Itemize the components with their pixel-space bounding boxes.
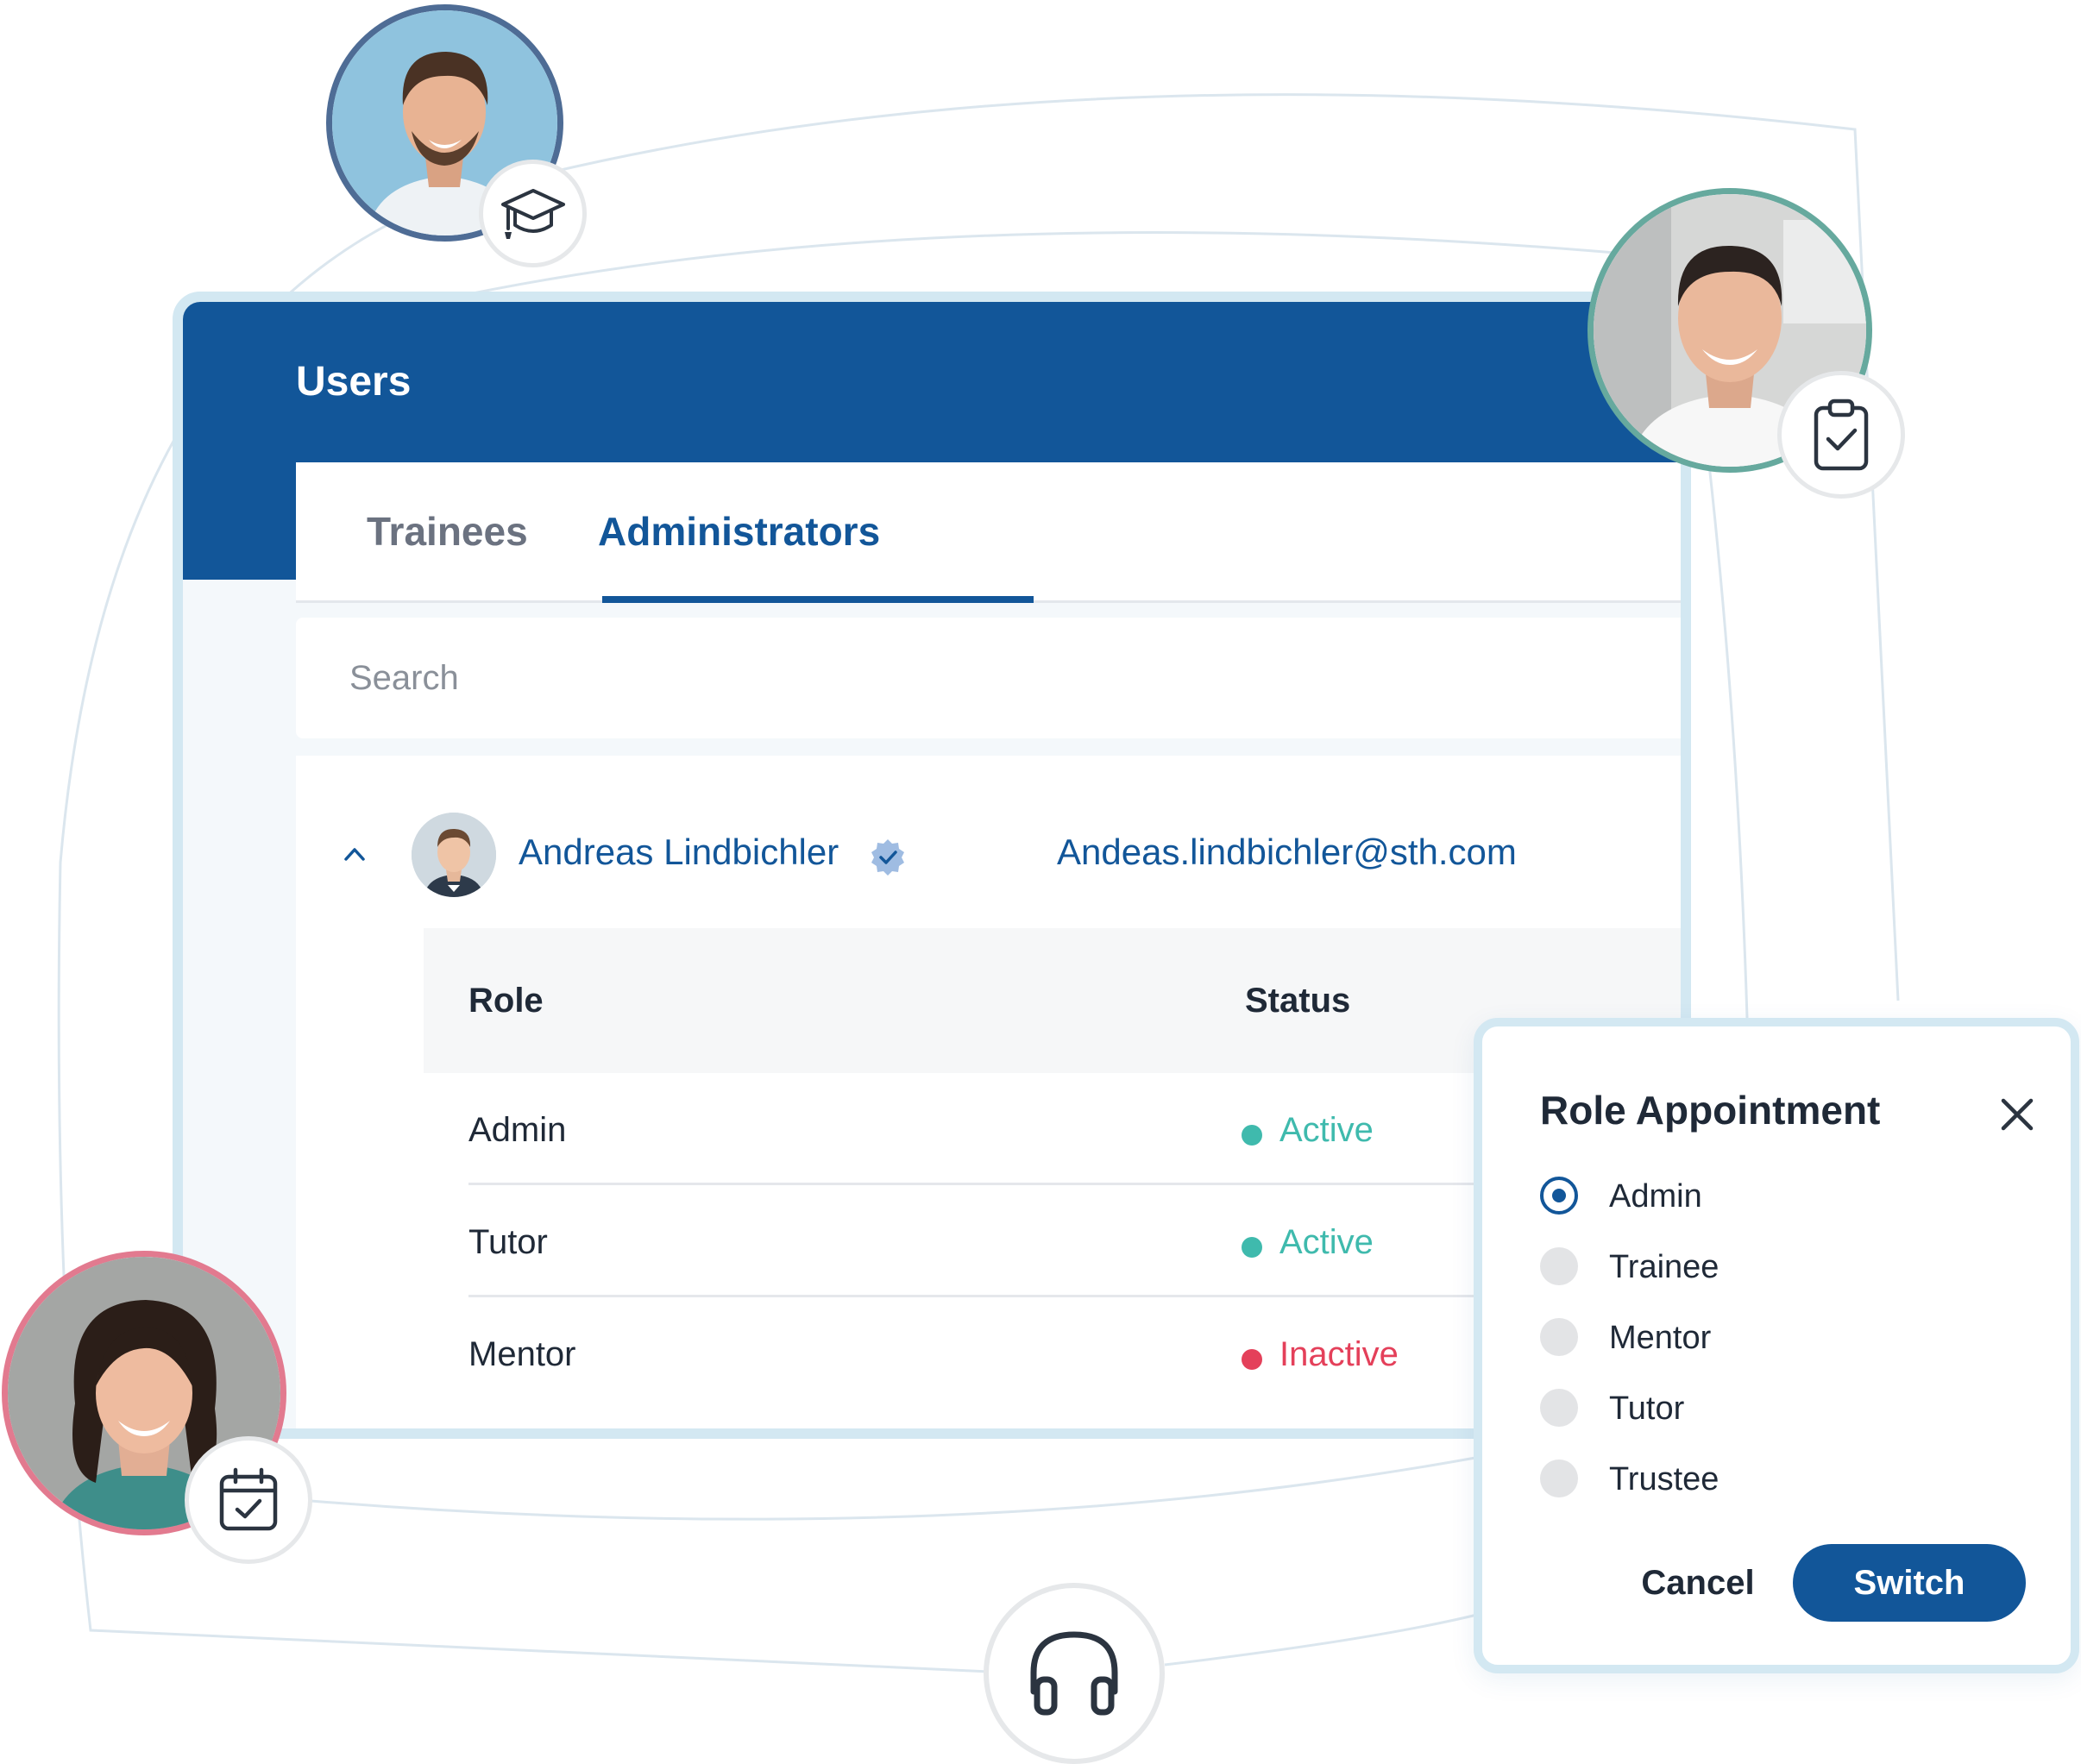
cancel-button[interactable]: Cancel bbox=[1612, 1544, 1784, 1622]
role-option-tutor[interactable]: Tutor bbox=[1540, 1382, 1971, 1434]
close-icon[interactable] bbox=[1998, 1095, 2036, 1133]
status-dot bbox=[1242, 1237, 1262, 1258]
radio-button[interactable] bbox=[1540, 1177, 1578, 1215]
user-email[interactable]: Andeas.lindbichler@sth.com bbox=[1057, 832, 1517, 873]
role-cell: Mentor bbox=[468, 1335, 576, 1373]
search-box bbox=[296, 618, 1681, 738]
status-badge: Active bbox=[1279, 1223, 1374, 1261]
role-option-trainee[interactable]: Trainee bbox=[1540, 1240, 1971, 1292]
option-label: Trustee bbox=[1609, 1461, 1719, 1497]
radio-button[interactable] bbox=[1540, 1318, 1578, 1356]
radio-button[interactable] bbox=[1540, 1460, 1578, 1497]
clipboard-check-icon bbox=[1814, 399, 1869, 471]
role-appointment-dialog: Role Appointment Admin Trainee Mentor Tu… bbox=[1474, 1018, 2079, 1673]
verified-badge-icon bbox=[871, 839, 904, 876]
calendar-check-icon bbox=[219, 1467, 278, 1531]
option-label: Tutor bbox=[1609, 1390, 1685, 1427]
status-badge: Active bbox=[1279, 1111, 1374, 1149]
role-cell: Tutor bbox=[468, 1223, 548, 1261]
graduation-cap-badge bbox=[479, 160, 587, 267]
role-option-trustee[interactable]: Trustee bbox=[1540, 1453, 1971, 1504]
role-option-mentor[interactable]: Mentor bbox=[1540, 1311, 1971, 1363]
user-name[interactable]: Andreas Lindbichler bbox=[519, 832, 839, 873]
page-title: Users bbox=[296, 359, 412, 405]
headphones-icon bbox=[1030, 1631, 1118, 1716]
chevron-up-icon[interactable] bbox=[339, 838, 370, 869]
graduation-cap-icon bbox=[500, 188, 565, 239]
option-label: Admin bbox=[1609, 1178, 1702, 1215]
tab-bar: Trainees Administrators bbox=[296, 462, 1681, 603]
active-tab-indicator bbox=[602, 596, 1034, 603]
clipboard-check-badge bbox=[1777, 371, 1905, 499]
tab-administrators[interactable]: Administrators bbox=[598, 462, 880, 600]
option-label: Mentor bbox=[1609, 1320, 1712, 1356]
role-option-admin[interactable]: Admin bbox=[1540, 1170, 1971, 1221]
radio-button[interactable] bbox=[1540, 1389, 1578, 1427]
avatar bbox=[412, 813, 496, 897]
status-badge: Inactive bbox=[1279, 1335, 1399, 1373]
support-button[interactable] bbox=[984, 1583, 1165, 1764]
option-label: Trainee bbox=[1609, 1249, 1719, 1285]
search-input[interactable] bbox=[296, 618, 1681, 738]
status-dot bbox=[1242, 1349, 1262, 1370]
status-dot bbox=[1242, 1125, 1262, 1146]
dialog-title: Role Appointment bbox=[1540, 1088, 1881, 1133]
radio-button[interactable] bbox=[1540, 1247, 1578, 1285]
column-header-status: Status bbox=[1245, 982, 1351, 1020]
tab-trainees[interactable]: Trainees bbox=[367, 462, 528, 600]
role-cell: Admin bbox=[468, 1111, 567, 1149]
users-window: Users Trainees Administrators Andreas Li… bbox=[173, 292, 1691, 1439]
calendar-check-badge bbox=[185, 1436, 312, 1564]
switch-button[interactable]: Switch bbox=[1793, 1544, 2026, 1622]
column-header-role: Role bbox=[468, 982, 544, 1020]
